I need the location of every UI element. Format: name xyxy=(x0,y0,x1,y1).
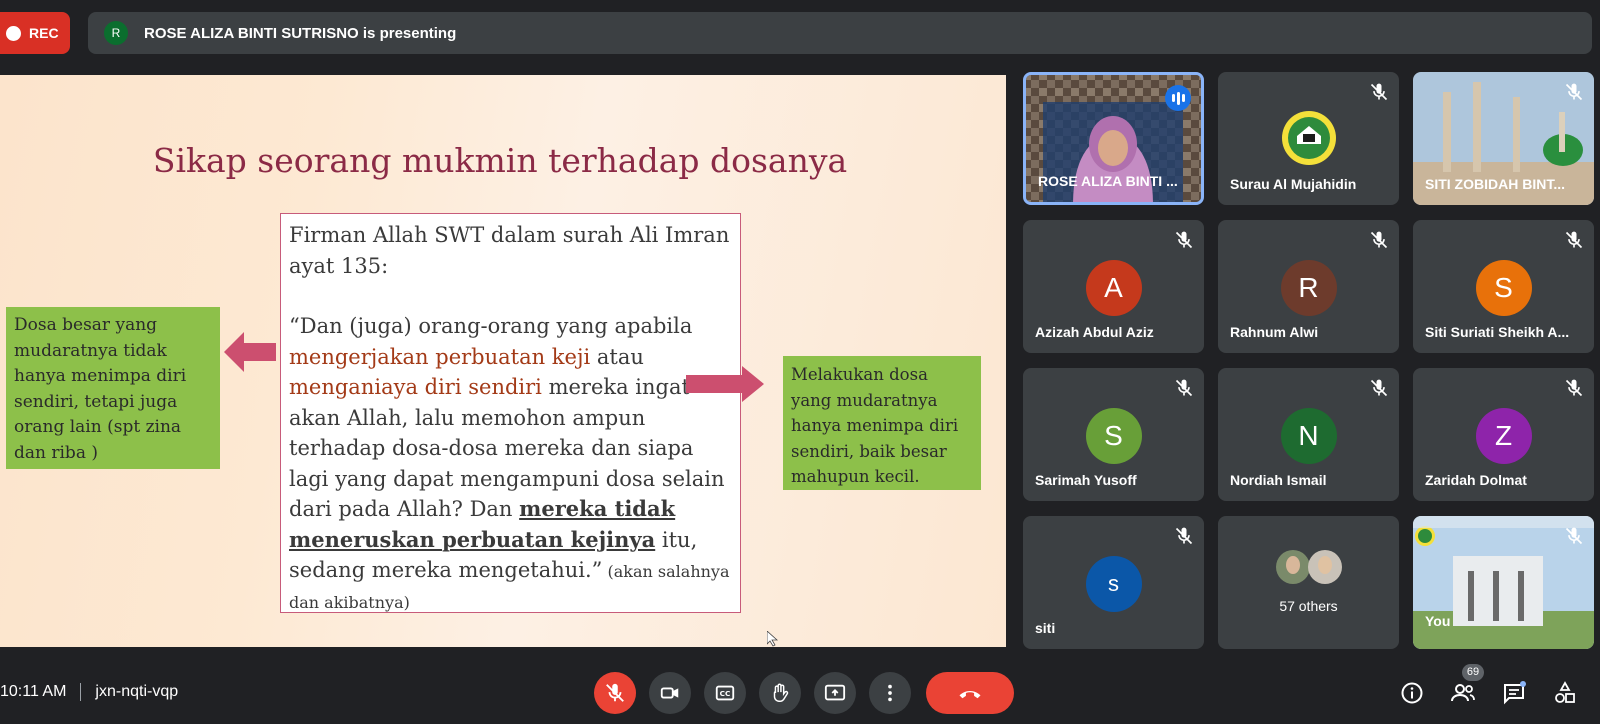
people-button[interactable] xyxy=(1449,679,1477,707)
mic-off-icon xyxy=(1175,527,1193,545)
presenting-bar[interactable]: R ROSE ALIZA BINTI SUTRISNO is presentin… xyxy=(88,12,1592,54)
camera-toggle-button[interactable] xyxy=(649,672,691,714)
raise-hand-icon xyxy=(773,683,789,702)
participant-avatar: N xyxy=(1280,408,1337,464)
participant-avatar: s xyxy=(1085,556,1142,612)
participant-avatar: Z xyxy=(1475,408,1532,464)
participant-name: Nordiah Ismail xyxy=(1230,472,1327,488)
mic-off-icon xyxy=(606,683,624,702)
chat-button[interactable] xyxy=(1500,679,1528,707)
participant-name: Azizah Abdul Aziz xyxy=(1035,324,1154,340)
mic-off-icon xyxy=(1175,231,1193,249)
participant-name: Zaridah Dolmat xyxy=(1425,472,1527,488)
participant-avatar: S xyxy=(1085,408,1142,464)
mic-off-icon xyxy=(1175,379,1193,397)
participant-name: siti xyxy=(1035,620,1056,636)
participant-tile[interactable]: SITI ZOBIDAH BINT... xyxy=(1413,72,1594,205)
captions-button[interactable]: CC xyxy=(704,672,746,714)
participant-tile[interactable]: N Nordiah Ismail xyxy=(1218,368,1399,501)
raise-hand-button[interactable] xyxy=(759,672,801,714)
chat-icon xyxy=(1504,681,1526,705)
surau-logo xyxy=(1282,111,1336,165)
participant-name: ROSE ALIZA BINTI ... xyxy=(1038,173,1178,189)
right-arrow-icon xyxy=(686,366,764,402)
others-tile[interactable]: 57 others xyxy=(1218,516,1399,649)
participant-tile[interactable]: Surau Al Mujahidin xyxy=(1218,72,1399,205)
clock: 10:11 AM xyxy=(0,683,67,700)
slide-right-box: Melakukan dosa yang mudaratnya hanya men… xyxy=(783,356,981,490)
captions-icon: CC xyxy=(715,685,735,701)
mic-off-icon xyxy=(1565,527,1583,545)
slide-title: Sikap seorang mukmin terhadap dosanya xyxy=(152,141,848,180)
svg-text:CC: CC xyxy=(720,689,731,698)
left-arrow-icon xyxy=(224,332,276,372)
end-call-icon xyxy=(959,690,981,699)
people-icon xyxy=(1451,684,1475,702)
participant-avatar: S xyxy=(1475,260,1532,316)
self-tile[interactable]: You xyxy=(1413,516,1594,649)
camera-icon xyxy=(660,687,679,699)
presenting-text: ROSE ALIZA BINTI SUTRISNO is presenting xyxy=(144,24,457,42)
mic-off-icon xyxy=(1370,231,1388,249)
quote-body: “Dan (juga) orang-orang yang apabila men… xyxy=(289,314,730,612)
participant-name: Sarimah Yusoff xyxy=(1035,472,1137,488)
end-call-button[interactable] xyxy=(926,672,1014,714)
speaking-indicator-icon xyxy=(1165,85,1191,111)
mouse-cursor-icon xyxy=(767,631,779,647)
participant-name: Surau Al Mujahidin xyxy=(1230,176,1357,192)
meeting-details: 10:11 AM jxn-nqti-vqp xyxy=(0,683,178,701)
meeting-details-button[interactable] xyxy=(1398,679,1426,707)
presenter-avatar: R xyxy=(104,21,128,45)
participant-tile[interactable]: Z Zaridah Dolmat xyxy=(1413,368,1594,501)
presentation-slide: Sikap seorang mukmin terhadap dosanya Do… xyxy=(0,75,1006,647)
others-count: 57 others xyxy=(1279,598,1338,614)
participant-avatar: A xyxy=(1085,260,1142,316)
mic-toggle-button[interactable] xyxy=(594,672,636,714)
activities-icon xyxy=(1555,681,1575,703)
slide-left-box: Dosa besar yang mudaratnya tidak hanya m… xyxy=(6,307,220,469)
activities-button[interactable] xyxy=(1551,679,1579,707)
meeting-code: jxn-nqti-vqp xyxy=(95,683,179,700)
mic-off-icon xyxy=(1565,83,1583,101)
mic-off-icon xyxy=(1370,379,1388,397)
more-options-button[interactable] xyxy=(869,672,911,714)
others-avatars xyxy=(1276,550,1342,584)
participants-count-badge: 69 xyxy=(1462,664,1484,681)
present-screen-icon xyxy=(824,684,846,701)
quote-intro: Firman Allah SWT dalam surah Ali Imran a… xyxy=(289,223,730,278)
participant-tile[interactable]: s siti xyxy=(1023,516,1204,649)
record-dot-icon xyxy=(6,25,21,41)
participant-name: Siti Suriati Sheikh A... xyxy=(1425,324,1570,340)
mic-off-icon xyxy=(1565,231,1583,249)
info-icon xyxy=(1401,682,1423,704)
participant-name: SITI ZOBIDAH BINT... xyxy=(1425,176,1565,192)
present-now-button[interactable] xyxy=(814,672,856,714)
participant-name: Rahnum Alwi xyxy=(1230,324,1319,340)
participant-avatar: R xyxy=(1280,260,1337,316)
participant-tile[interactable]: S Sarimah Yusoff xyxy=(1023,368,1204,501)
slide-quote-box: Firman Allah SWT dalam surah Ali Imran a… xyxy=(280,213,741,613)
mic-off-icon xyxy=(1370,83,1388,101)
participant-name: You xyxy=(1425,613,1451,629)
participant-tile[interactable]: A Azizah Abdul Aziz xyxy=(1023,220,1204,353)
more-options-icon xyxy=(888,684,892,702)
participant-tile[interactable]: ROSE ALIZA BINTI ... xyxy=(1023,72,1204,205)
mic-off-icon xyxy=(1565,379,1583,397)
participant-tile[interactable]: S Siti Suriati Sheikh A... xyxy=(1413,220,1594,353)
participant-tile[interactable]: R Rahnum Alwi xyxy=(1218,220,1399,353)
rec-label: REC xyxy=(29,25,59,41)
recording-indicator: REC xyxy=(0,12,70,54)
